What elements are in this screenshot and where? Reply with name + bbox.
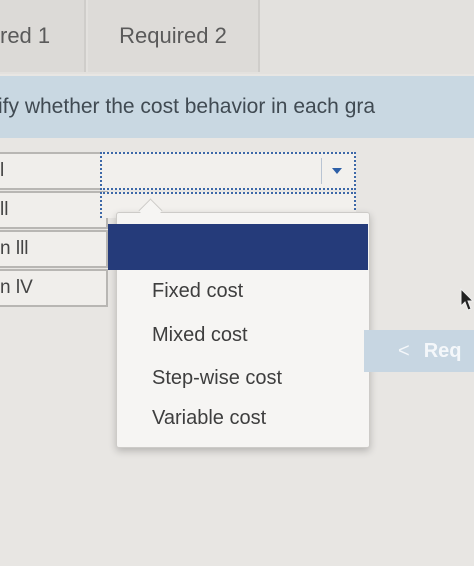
tab-required-1[interactable]: red 1 xyxy=(0,0,86,72)
graph-row-text: l xyxy=(0,160,5,181)
option-mixed-cost[interactable]: Mixed cost xyxy=(152,324,248,347)
graph-row-text: n lV xyxy=(0,277,33,298)
back-to-required-button[interactable]: < Req xyxy=(364,330,474,372)
graph-row-label: n lll xyxy=(0,230,108,268)
graph-row-text: ll xyxy=(0,199,9,220)
dropdown-option-blank-highlighted[interactable] xyxy=(108,224,368,270)
option-fixed-cost[interactable]: Fixed cost xyxy=(152,280,243,303)
instruction-banner: ify whether the cost behavior in each gr… xyxy=(0,76,474,138)
cost-behavior-select[interactable] xyxy=(100,152,356,190)
dropdown-arrow-icon[interactable] xyxy=(321,158,352,184)
graph-row-label: l xyxy=(0,152,108,190)
graph-row-label: ll xyxy=(0,191,108,229)
graph-row-label: n lV xyxy=(0,269,108,307)
graph-row-text: n lll xyxy=(0,238,29,259)
tab-label: red 1 xyxy=(0,23,51,48)
option-step-wise-cost[interactable]: Step-wise cost xyxy=(152,367,282,390)
instruction-text: ify whether the cost behavior in each gr… xyxy=(0,95,376,118)
mouse-cursor-icon xyxy=(460,288,474,311)
tab-required-2[interactable]: Required 2 xyxy=(88,0,260,72)
option-variable-cost[interactable]: Variable cost xyxy=(152,407,266,430)
back-button-label: Req xyxy=(423,339,462,362)
tab-label: Required 2 xyxy=(119,23,227,48)
tab-bar: red 1 Required 2 xyxy=(0,0,474,74)
chevron-left-icon: < xyxy=(398,339,410,362)
